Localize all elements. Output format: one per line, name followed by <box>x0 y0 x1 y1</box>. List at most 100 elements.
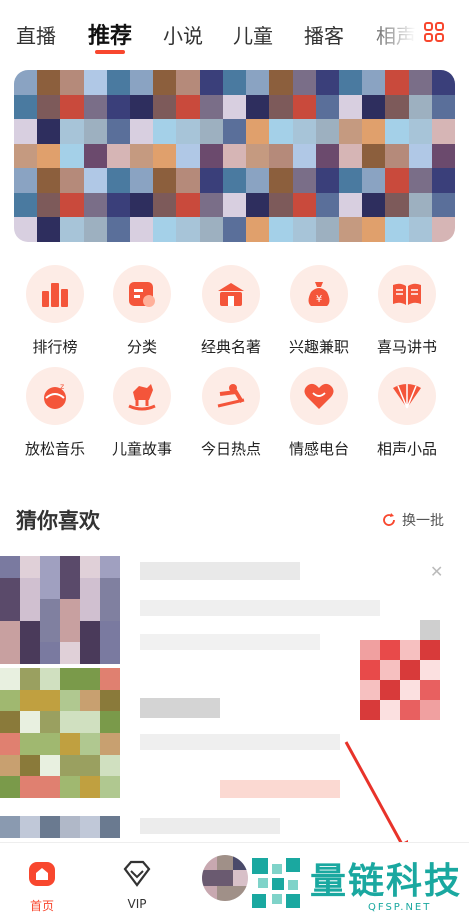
category-classify[interactable]: 分类 <box>98 265 186 357</box>
tab-live[interactable]: 直播 <box>16 20 56 49</box>
tab-fade-overlay <box>360 10 430 60</box>
mosaic-cell <box>338 168 363 193</box>
mosaic-cell <box>380 660 400 680</box>
grid-menu-icon[interactable] <box>424 22 444 42</box>
nav-home[interactable]: 首页 <box>12 859 72 914</box>
nav-vip[interactable]: VIP <box>107 859 167 911</box>
mosaic-cell <box>408 94 432 120</box>
mosaic-cell <box>246 168 270 193</box>
promo-badge[interactable] <box>360 640 440 720</box>
mosaic-cell <box>83 94 107 120</box>
category-hot-news[interactable]: 今日热点 <box>187 367 275 459</box>
mosaic-cell <box>0 754 20 777</box>
mosaic-cell <box>14 119 38 144</box>
category-ranking[interactable]: 排行榜 <box>11 265 99 357</box>
mosaic-cell <box>37 143 61 169</box>
mosaic-cell <box>380 700 400 720</box>
list-item-thumbnail[interactable] <box>0 668 120 798</box>
category-kids-story[interactable]: 儿童故事 <box>98 367 186 459</box>
mosaic-cell <box>83 217 107 242</box>
mosaic-cell <box>60 168 84 193</box>
dismiss-icon[interactable]: ✕ <box>430 562 443 581</box>
mosaic-cell <box>130 192 154 218</box>
mosaic-cell <box>40 599 60 621</box>
mosaic-cell <box>269 217 293 242</box>
category-label: 喜马讲书 <box>376 338 437 356</box>
book-icon <box>378 265 436 323</box>
list-item-title[interactable] <box>140 562 300 580</box>
mosaic-cell <box>222 192 247 218</box>
list-item-title[interactable] <box>140 698 220 718</box>
mosaic-cell <box>385 168 409 193</box>
mosaic-cell <box>37 94 61 120</box>
mosaic-cell <box>60 556 80 578</box>
category-icon <box>113 265 171 323</box>
mosaic-cell <box>362 94 386 120</box>
mosaic-cell <box>199 217 223 242</box>
category-classics[interactable]: 经典名著 <box>187 265 275 357</box>
mosaic-cell <box>420 700 440 720</box>
mosaic-cell <box>400 680 420 700</box>
mosaic-cell <box>153 217 177 242</box>
category-book-talk[interactable]: 喜马讲书 <box>363 265 451 357</box>
mosaic-cell <box>400 660 420 680</box>
category-relax-music[interactable]: z 放松音乐 <box>11 367 99 459</box>
category-side-job[interactable]: ¥ 兴趣兼职 <box>275 265 363 357</box>
mosaic-cell <box>408 217 432 242</box>
mosaic-cell <box>60 620 80 643</box>
nav-player[interactable] <box>195 855 255 901</box>
mosaic-cell <box>100 556 120 578</box>
tab-children[interactable]: 儿童 <box>233 20 273 49</box>
list-item-thumbnail[interactable] <box>0 556 120 664</box>
mosaic-cell <box>60 119 84 144</box>
category-emotion-radio[interactable]: 情感电台 <box>275 367 363 459</box>
mosaic-cell <box>83 168 107 193</box>
tab-novel[interactable]: 小说 <box>163 20 203 49</box>
mosaic-cell <box>400 640 420 660</box>
mosaic-cell <box>80 620 100 643</box>
mosaic-cell <box>269 119 293 144</box>
mosaic-cell <box>40 689 60 712</box>
mosaic-cell <box>362 70 386 95</box>
mosaic-cell <box>100 732 120 755</box>
list-item-tag <box>220 780 340 798</box>
mosaic-cell <box>130 168 154 193</box>
tab-recommend[interactable]: 推荐 <box>88 18 132 50</box>
mosaic-cell <box>20 668 40 690</box>
category-label: 放松音乐 <box>24 440 85 458</box>
tab-podcast[interactable]: 播客 <box>304 20 344 49</box>
mosaic-cell <box>246 94 270 120</box>
mosaic-cell <box>106 70 131 95</box>
mosaic-cell <box>431 217 455 242</box>
active-tab-indicator <box>95 50 125 54</box>
mosaic-cell <box>40 642 60 664</box>
mosaic-cell <box>0 642 20 664</box>
list-item-thumbnail[interactable] <box>0 816 120 838</box>
mosaic-cell <box>0 689 20 712</box>
banner-image[interactable] <box>14 70 455 242</box>
mosaic-cell <box>20 577 40 600</box>
mosaic-cell <box>100 776 120 798</box>
mosaic-cell <box>315 94 339 120</box>
mosaic-cell <box>408 192 432 218</box>
mosaic-cell <box>80 732 100 755</box>
mosaic-cell <box>199 192 223 218</box>
mosaic-cell <box>338 94 363 120</box>
mosaic-cell <box>420 680 440 700</box>
mosaic-cell <box>385 143 409 169</box>
mosaic-cell <box>0 776 20 798</box>
mosaic-cell <box>100 711 120 733</box>
mosaic-cell <box>408 70 432 95</box>
list-item-title[interactable] <box>140 818 280 834</box>
category-label: 今日热点 <box>200 440 261 458</box>
mosaic-cell <box>176 168 200 193</box>
mosaic-cell <box>431 70 455 95</box>
relax-music-icon: z <box>26 367 84 425</box>
mosaic-cell <box>362 119 386 144</box>
mosaic-cell <box>83 70 107 95</box>
refresh-button[interactable]: 换一批 <box>382 510 444 530</box>
mosaic-cell <box>20 620 40 643</box>
category-crosstalk[interactable]: 相声小品 <box>363 367 451 459</box>
mosaic-cell <box>222 143 247 169</box>
mosaic-cell <box>176 119 200 144</box>
